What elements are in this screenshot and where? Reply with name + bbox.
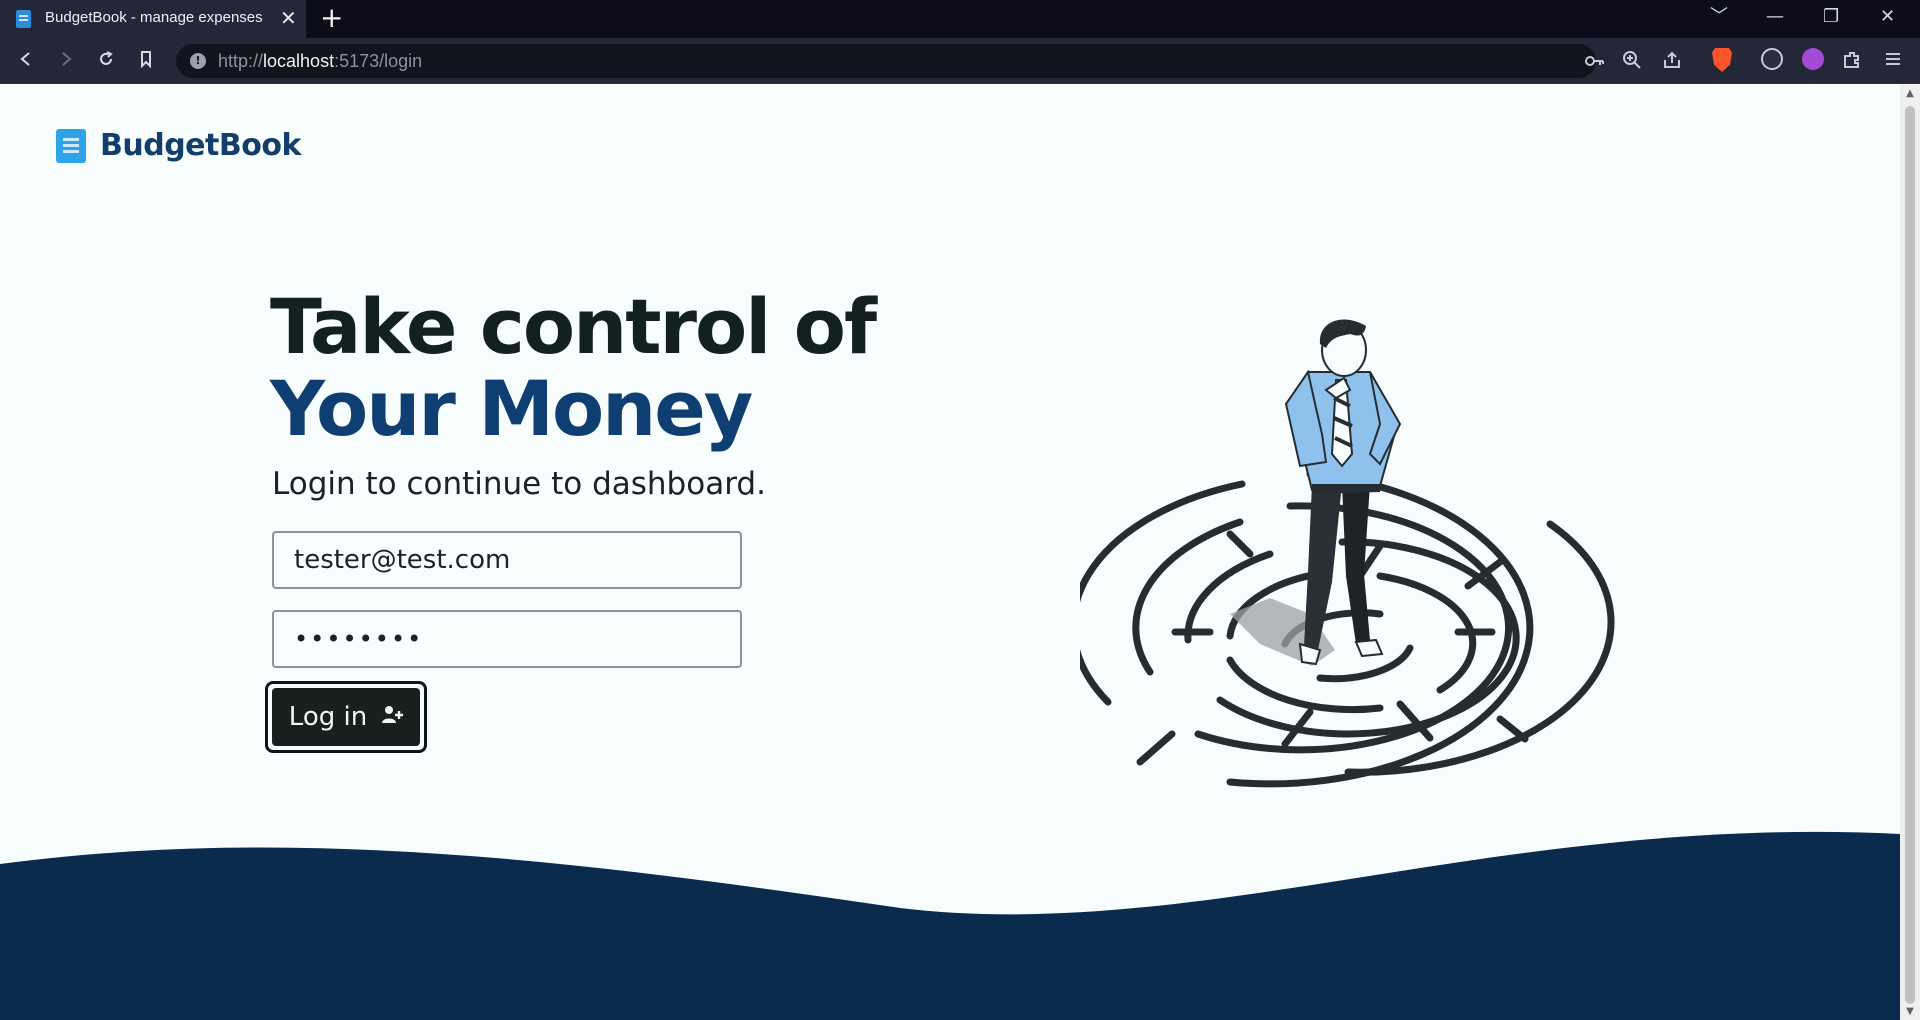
scroll-thumb[interactable]: [1905, 106, 1915, 1004]
new-tab-button[interactable]: +: [320, 4, 343, 32]
brand-logo[interactable]: BudgetBook: [56, 128, 301, 163]
password-field[interactable]: [272, 610, 742, 668]
browser-tabbar: BudgetBook - manage expenses ✕ + ﹀ — ❐ ✕: [0, 0, 1920, 38]
hero-heading-line2: Your Money: [270, 364, 753, 453]
page-content: BudgetBook Take control of Your Money Lo…: [0, 84, 1900, 1020]
hero-heading-line1: Take control of: [270, 282, 877, 371]
footer-wave: [0, 831, 1900, 1020]
browser-toolbar: ! http://localhost:5173/login: [0, 38, 1920, 84]
extensions-puzzle-icon[interactable]: [1842, 50, 1862, 74]
close-window-button[interactable]: ✕: [1880, 6, 1895, 28]
login-button[interactable]: Log in: [265, 681, 427, 753]
share-icon[interactable]: [1662, 50, 1682, 74]
user-plus-icon: [381, 704, 404, 731]
tab-close-button[interactable]: ✕: [280, 7, 297, 29]
url-text[interactable]: http://localhost:5173/login: [218, 51, 422, 72]
scroll-up-icon[interactable]: ▲: [1904, 88, 1916, 100]
tab-title: BudgetBook - manage expenses: [45, 9, 263, 26]
page-scrollbar[interactable]: ▲ ▼: [1900, 84, 1920, 1020]
browser-tab[interactable]: BudgetBook - manage expenses ✕: [0, 0, 306, 38]
address-bar[interactable]: ! http://localhost:5173/login: [176, 44, 1604, 78]
tab-list-icon[interactable]: ﹀: [1710, 6, 1728, 28]
restore-button[interactable]: ❐: [1823, 6, 1839, 28]
menu-icon[interactable]: [1884, 50, 1902, 72]
forward-icon[interactable]: [52, 47, 80, 75]
key-icon[interactable]: [1584, 52, 1604, 74]
login-button-label: Log in: [288, 702, 368, 732]
maze-illustration: [1080, 319, 1615, 788]
bookmark-icon[interactable]: [132, 47, 160, 75]
site-info-icon[interactable]: !: [190, 53, 206, 69]
login-button-inner[interactable]: Log in: [272, 688, 420, 746]
zoom-icon[interactable]: [1622, 50, 1642, 74]
brave-shields-icon[interactable]: [1712, 48, 1732, 72]
receipt-icon: [56, 128, 86, 163]
reload-icon[interactable]: [92, 47, 120, 75]
login-subtitle: Login to continue to dashboard.: [272, 466, 766, 502]
extension-glasses-icon[interactable]: [1761, 48, 1783, 70]
scroll-down-icon[interactable]: ▼: [1904, 1006, 1916, 1018]
email-field[interactable]: [272, 531, 742, 589]
extension-purple-icon[interactable]: [1802, 48, 1824, 70]
tab-favicon-icon: [16, 10, 31, 28]
brand-name: BudgetBook: [100, 128, 301, 163]
back-icon[interactable]: [12, 47, 40, 75]
minimize-button[interactable]: —: [1766, 6, 1784, 28]
